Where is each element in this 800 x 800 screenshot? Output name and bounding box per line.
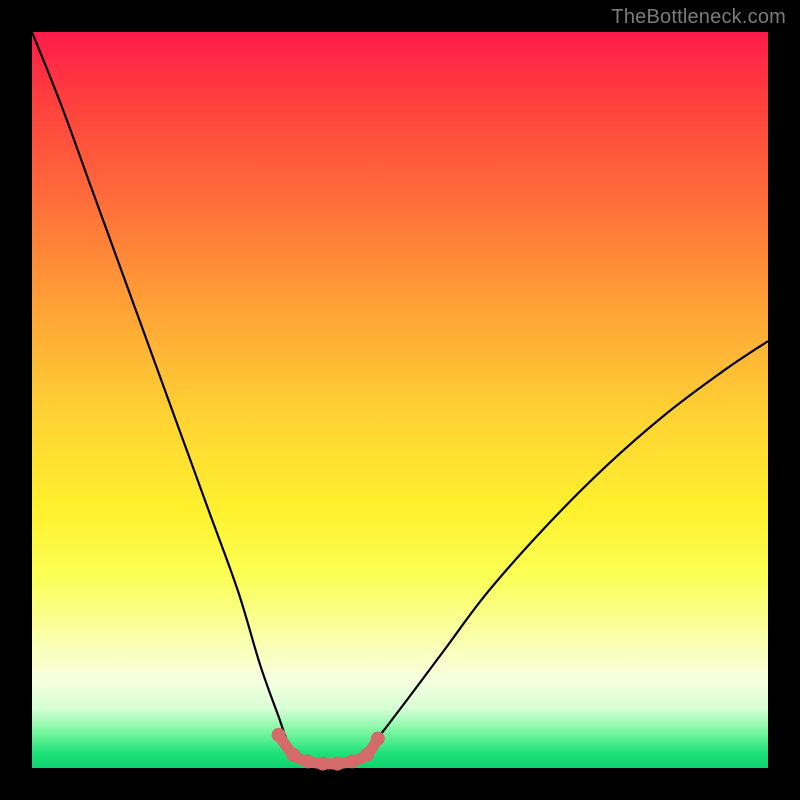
overlay-dot <box>301 754 315 768</box>
overlay-dot <box>360 748 374 762</box>
plot-area <box>32 32 768 768</box>
chart-frame: TheBottleneck.com <box>0 0 800 800</box>
watermark-text: TheBottleneck.com <box>611 6 786 29</box>
bottleneck-curve <box>32 32 768 765</box>
overlay-dot <box>316 757 330 771</box>
overlay-dot <box>286 748 300 762</box>
overlay-dot <box>330 757 344 771</box>
overlay-dot <box>371 732 385 746</box>
overlay-dot <box>345 754 359 768</box>
overlay-dot <box>272 728 286 742</box>
curve-svg <box>32 32 768 768</box>
